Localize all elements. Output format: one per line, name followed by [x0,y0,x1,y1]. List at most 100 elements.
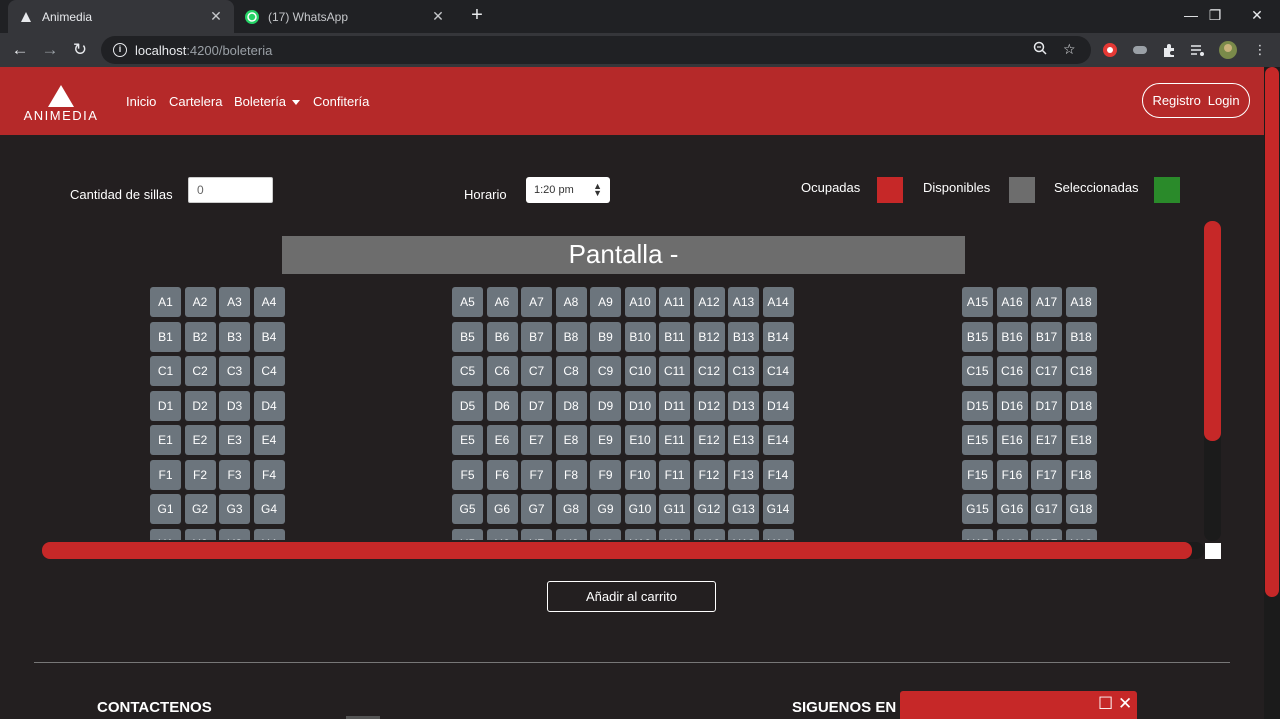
seat-H6[interactable]: H6 [486,528,518,540]
seat-F9[interactable]: F9 [590,459,621,490]
seat-F1[interactable]: F1 [150,459,181,490]
seat-H15[interactable]: H15 [962,528,993,540]
seatmap-vertical-thumb[interactable] [1204,221,1221,441]
seat-G15[interactable]: G15 [962,494,993,524]
seat-G11[interactable]: G11 [659,494,690,524]
nav-boleteria[interactable]: Boletería [234,94,301,109]
seat-A12[interactable]: A12 [693,287,725,317]
seat-G16[interactable]: G16 [996,494,1028,524]
seat-D12[interactable]: D12 [693,390,725,421]
seat-C13[interactable]: C13 [728,356,759,386]
seat-C10[interactable]: C10 [624,356,656,386]
seat-D8[interactable]: D8 [555,390,587,421]
seat-B5[interactable]: B5 [452,321,483,352]
seat-D3[interactable]: D3 [219,390,250,421]
seat-A4[interactable]: A4 [253,287,285,317]
seat-F16[interactable]: F16 [996,459,1028,490]
seat-C14[interactable]: C14 [762,356,794,386]
seat-H11[interactable]: H11 [659,528,690,540]
media-control-icon[interactable] [1188,40,1208,60]
close-tab-icon[interactable]: ✕ [430,8,446,25]
back-button[interactable]: ← [8,38,32,62]
window-close-button[interactable]: ✕ [1234,0,1280,30]
seat-D1[interactable]: D1 [150,390,181,421]
seat-E17[interactable]: E17 [1031,425,1062,455]
seat-C4[interactable]: C4 [253,356,285,386]
seat-H1[interactable]: H1 [150,528,181,540]
seat-F6[interactable]: F6 [486,459,518,490]
new-tab-button[interactable]: + [466,5,488,27]
forward-button[interactable]: → [38,38,62,62]
seat-B7[interactable]: B7 [521,321,552,352]
seat-F14[interactable]: F14 [762,459,794,490]
seat-H2[interactable]: H2 [184,528,216,540]
tab-animedia[interactable]: Animedia ✕ [8,0,234,33]
seat-B3[interactable]: B3 [219,321,250,352]
cantidad-input[interactable]: 0 [188,177,273,203]
seat-H7[interactable]: H7 [521,528,552,540]
seat-A9[interactable]: A9 [590,287,621,317]
login-link[interactable]: Login [1208,93,1240,108]
seat-D7[interactable]: D7 [521,390,552,421]
seat-F8[interactable]: F8 [555,459,587,490]
seat-F18[interactable]: F18 [1065,459,1097,490]
seat-E8[interactable]: E8 [555,425,587,455]
seat-D16[interactable]: D16 [996,390,1028,421]
seat-G10[interactable]: G10 [624,494,656,524]
seat-A10[interactable]: A10 [624,287,656,317]
seat-C9[interactable]: C9 [590,356,621,386]
seat-D5[interactable]: D5 [452,390,483,421]
seat-G1[interactable]: G1 [150,494,181,524]
seat-D4[interactable]: D4 [253,390,285,421]
seat-H4[interactable]: H4 [253,528,285,540]
seat-A11[interactable]: A11 [659,287,690,317]
seat-B6[interactable]: B6 [486,321,518,352]
info-icon[interactable]: i [113,43,127,57]
seat-B12[interactable]: B12 [693,321,725,352]
seat-E1[interactable]: E1 [150,425,181,455]
seat-B13[interactable]: B13 [728,321,759,352]
seat-A16[interactable]: A16 [996,287,1028,317]
seat-D15[interactable]: D15 [962,390,993,421]
seat-E6[interactable]: E6 [486,425,518,455]
seatmap-horizontal-thumb[interactable] [42,542,1192,559]
seat-E13[interactable]: E13 [728,425,759,455]
seat-A17[interactable]: A17 [1031,287,1062,317]
seat-C7[interactable]: C7 [521,356,552,386]
animedia-logo[interactable]: ANIMEDIA [20,84,102,124]
seat-A18[interactable]: A18 [1065,287,1097,317]
seat-F12[interactable]: F12 [693,459,725,490]
seat-C5[interactable]: C5 [452,356,483,386]
seat-A8[interactable]: A8 [555,287,587,317]
seat-G5[interactable]: G5 [452,494,483,524]
seat-E15[interactable]: E15 [962,425,993,455]
restore-button[interactable]: ❐ [1192,0,1238,30]
seat-H18[interactable]: H18 [1065,528,1097,540]
seat-F7[interactable]: F7 [521,459,552,490]
seat-C17[interactable]: C17 [1031,356,1062,386]
seat-E12[interactable]: E12 [693,425,725,455]
seat-B18[interactable]: B18 [1065,321,1097,352]
popup-close-icon[interactable]: ✕ [1118,695,1132,713]
add-to-cart-button[interactable]: Añadir al carrito [547,581,716,612]
seat-B8[interactable]: B8 [555,321,587,352]
seat-F13[interactable]: F13 [728,459,759,490]
seat-B17[interactable]: B17 [1031,321,1062,352]
seat-F11[interactable]: F11 [659,459,690,490]
seat-H16[interactable]: H16 [996,528,1028,540]
seat-F5[interactable]: F5 [452,459,483,490]
address-bar[interactable]: i localhost :4200/boleteria ☆ [101,36,1091,64]
nav-inicio[interactable]: Inicio [126,94,156,109]
extension-red-icon[interactable] [1100,40,1120,60]
seat-A7[interactable]: A7 [521,287,552,317]
seat-H9[interactable]: H9 [590,528,621,540]
nav-confiteria[interactable]: Confitería [313,94,369,109]
seat-F4[interactable]: F4 [253,459,285,490]
seat-G3[interactable]: G3 [219,494,250,524]
seat-F3[interactable]: F3 [219,459,250,490]
maximize-icon[interactable]: ☐ [1098,695,1113,713]
seat-E16[interactable]: E16 [996,425,1028,455]
seat-G7[interactable]: G7 [521,494,552,524]
page-scrollbar-thumb[interactable] [1265,67,1279,597]
seat-G6[interactable]: G6 [486,494,518,524]
